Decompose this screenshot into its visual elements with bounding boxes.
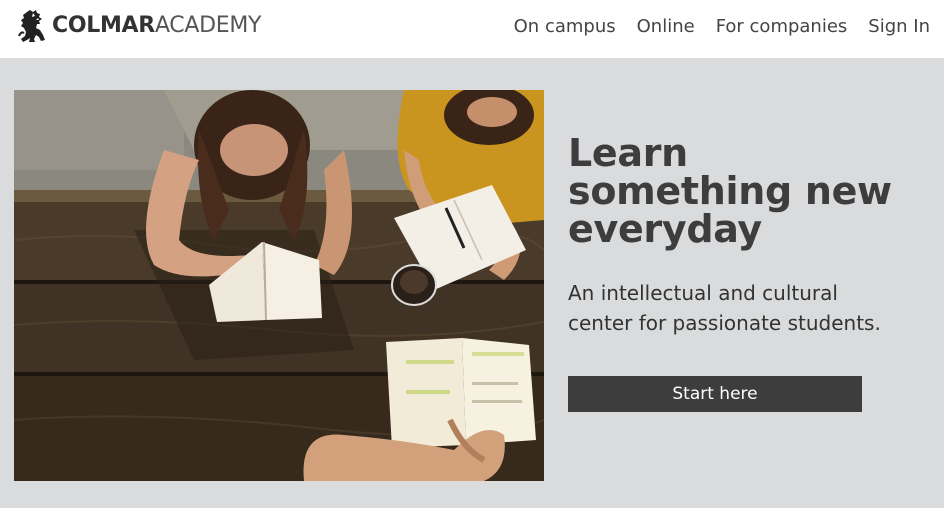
hero-subtitle-line-1: An intellectual and cultural — [568, 281, 838, 305]
start-here-button[interactable]: Start here — [568, 376, 862, 412]
nav-link-on-campus[interactable]: On campus — [514, 14, 616, 40]
brand-name-light: ACADEMY — [154, 13, 262, 38]
hero-subtitle: An intellectual and cultural center for … — [568, 278, 938, 338]
brand-logo-link[interactable]: COLMARACADEMY — [18, 6, 261, 46]
nav-link-online[interactable]: Online — [637, 14, 695, 40]
hero-subtitle-line-2: center for passionate students. — [568, 311, 881, 335]
hero-title: Learn something new everyday — [568, 134, 938, 248]
brand-name-bold: COLMAR — [52, 13, 155, 38]
nav-link-for-companies[interactable]: For companies — [716, 14, 848, 40]
students-reading-illustration — [14, 90, 544, 481]
nav-link-sign-in[interactable]: Sign In — [868, 14, 930, 40]
hero-title-line-3: everyday — [568, 207, 762, 251]
brand-name: COLMARACADEMY — [52, 6, 261, 46]
hero-section: Learn something new everyday An intellec… — [0, 58, 944, 508]
hero-text-block: Learn something new everyday An intellec… — [568, 134, 938, 338]
site-header: COLMARACADEMY On campus Online For compa… — [0, 0, 944, 58]
lion-rampant-icon — [18, 10, 45, 42]
hero-image — [14, 90, 544, 481]
main-nav: On campus Online For companies Sign In — [514, 14, 930, 40]
